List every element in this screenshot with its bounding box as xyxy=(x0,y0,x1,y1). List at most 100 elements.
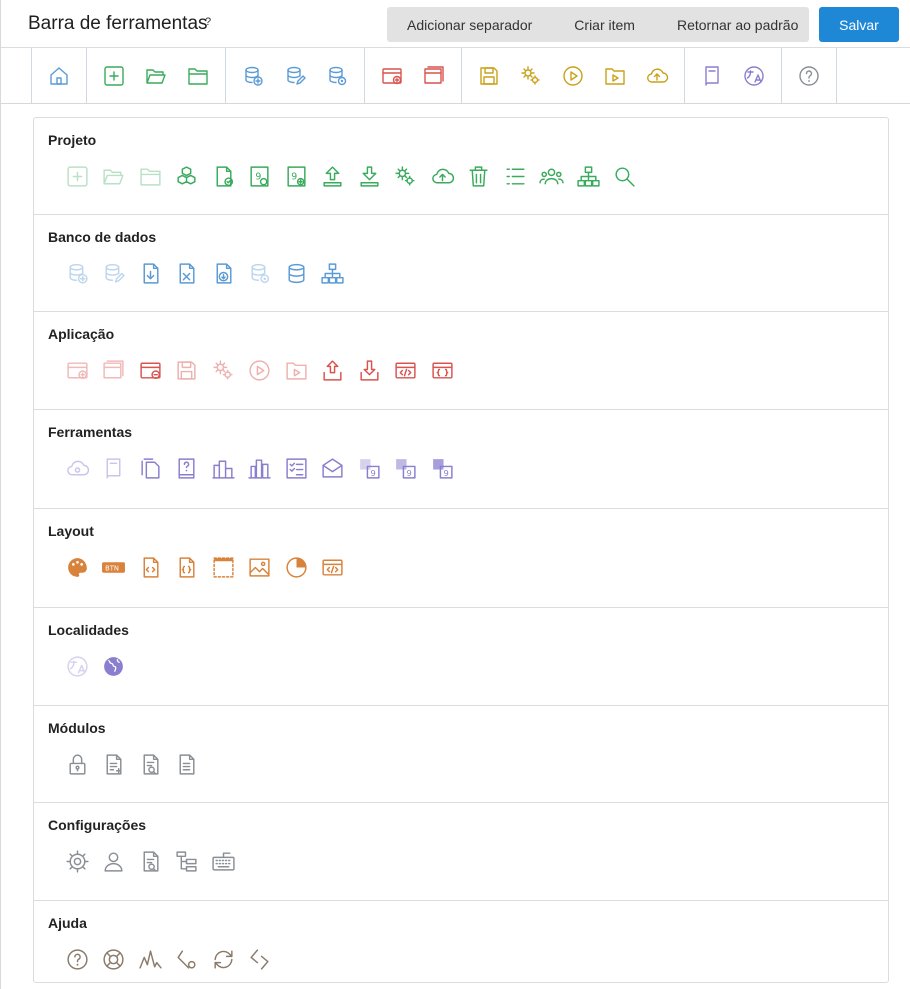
toolbar-group xyxy=(31,48,86,104)
user-icon[interactable] xyxy=(96,847,133,875)
file-nine-add-icon[interactable]: 9 xyxy=(278,162,315,190)
file-down-icon[interactable] xyxy=(205,259,242,287)
list-icon[interactable] xyxy=(497,162,534,190)
link-icon[interactable] xyxy=(242,945,279,973)
section-title: Configurações xyxy=(48,817,147,833)
trash-icon[interactable] xyxy=(461,162,498,190)
file-text-icon[interactable] xyxy=(169,750,206,778)
file-search-icon[interactable] xyxy=(132,750,169,778)
sitemap-icon[interactable] xyxy=(570,162,607,190)
translate-icon[interactable] xyxy=(59,652,96,680)
cloud-upload-icon[interactable] xyxy=(424,162,461,190)
database-settings-icon[interactable] xyxy=(242,259,279,287)
toolbar-preview xyxy=(31,48,837,104)
toolbar-database-add-icon[interactable] xyxy=(235,58,271,94)
settings-icon[interactable] xyxy=(59,847,96,875)
lifebuoy-icon[interactable] xyxy=(96,945,133,973)
action-button-group: Adicionar separador Criar item Retornar … xyxy=(387,7,809,42)
toolbar-help-icon[interactable] xyxy=(791,58,827,94)
palette-icon[interactable] xyxy=(59,553,96,581)
toolbar-app-window-icon[interactable] xyxy=(416,58,452,94)
database-icon[interactable] xyxy=(278,259,315,287)
lock-icon[interactable] xyxy=(59,750,96,778)
toolbar-translate-icon[interactable] xyxy=(736,58,772,94)
database-edit-icon[interactable] xyxy=(96,259,133,287)
folder-open-icon[interactable] xyxy=(96,162,133,190)
link-settings-icon[interactable] xyxy=(169,945,206,973)
toolbar-book-icon[interactable] xyxy=(694,58,730,94)
toolbar-folder-play-icon[interactable] xyxy=(597,58,633,94)
toolbar-folder-open-icon[interactable] xyxy=(138,58,174,94)
add-separator-button[interactable]: Adicionar separador xyxy=(387,17,532,33)
save-button[interactable]: Salvar xyxy=(819,7,899,42)
gears-icon[interactable] xyxy=(205,356,242,384)
image-icon[interactable] xyxy=(242,553,279,581)
cubes-icon[interactable] xyxy=(169,162,206,190)
nine-copy-icon[interactable]: 9 xyxy=(351,454,388,482)
code-window-icon[interactable] xyxy=(315,553,352,581)
file-add-icon[interactable] xyxy=(96,750,133,778)
file-check-icon[interactable] xyxy=(205,162,242,190)
folder-icon[interactable] xyxy=(132,162,169,190)
icon-row xyxy=(59,356,461,384)
sitemap-icon[interactable] xyxy=(315,259,352,287)
nine-copy-alt-icon[interactable]: 9 xyxy=(388,454,425,482)
database-add-icon[interactable] xyxy=(59,259,96,287)
toolbar-add-icon[interactable] xyxy=(96,58,132,94)
toolbar-database-edit-icon[interactable] xyxy=(277,58,313,94)
users-icon[interactable] xyxy=(534,162,571,190)
folder-play-icon[interactable] xyxy=(278,356,315,384)
buildings-icon[interactable] xyxy=(205,454,242,482)
pie-chart-icon[interactable] xyxy=(278,553,315,581)
upload-box-icon[interactable] xyxy=(315,356,352,384)
toolbar-app-add-icon[interactable] xyxy=(374,58,410,94)
code-file-icon[interactable] xyxy=(132,553,169,581)
toolbar-database-settings-icon[interactable] xyxy=(319,58,355,94)
frame-icon[interactable] xyxy=(205,553,242,581)
activity-icon[interactable] xyxy=(132,945,169,973)
nine-copy-dark-icon[interactable]: 9 xyxy=(424,454,461,482)
file-import-icon[interactable] xyxy=(132,259,169,287)
btn-icon[interactable]: BTN xyxy=(96,553,133,581)
toolbar-folder-icon[interactable] xyxy=(180,58,216,94)
toolbar-cloud-upload-icon[interactable] xyxy=(639,58,675,94)
icon-row: 9 9 9 xyxy=(59,454,461,482)
toolbar-gears-icon[interactable] xyxy=(513,58,549,94)
json-file-icon[interactable] xyxy=(169,553,206,581)
help-icon[interactable]: ? xyxy=(205,16,211,28)
reset-default-button[interactable]: Retornar ao padrão xyxy=(635,17,798,33)
help-book-icon[interactable] xyxy=(169,454,206,482)
toolbar-save-icon[interactable] xyxy=(471,58,507,94)
create-item-button[interactable]: Criar item xyxy=(532,17,635,33)
search-icon[interactable] xyxy=(607,162,644,190)
play-icon[interactable] xyxy=(242,356,279,384)
app-remove-icon[interactable] xyxy=(132,356,169,384)
files-icon[interactable] xyxy=(132,454,169,482)
download-icon[interactable] xyxy=(351,162,388,190)
file-search-icon[interactable] xyxy=(132,847,169,875)
cloud-settings-icon[interactable] xyxy=(59,454,96,482)
book-icon[interactable] xyxy=(96,454,133,482)
app-add-icon[interactable] xyxy=(59,356,96,384)
section-módulos: Módulos xyxy=(34,706,888,803)
toolbar-home-icon[interactable] xyxy=(41,58,77,94)
save-icon[interactable] xyxy=(169,356,206,384)
globe-icon[interactable] xyxy=(96,652,133,680)
checklist-icon[interactable] xyxy=(278,454,315,482)
mail-icon[interactable] xyxy=(315,454,352,482)
app-window-icon[interactable] xyxy=(96,356,133,384)
help-icon[interactable] xyxy=(59,945,96,973)
keyboard-icon[interactable] xyxy=(205,847,242,875)
add-icon[interactable] xyxy=(59,162,96,190)
upload-icon[interactable] xyxy=(315,162,352,190)
file-export-icon[interactable] xyxy=(169,259,206,287)
gears-icon[interactable] xyxy=(388,162,425,190)
buildings-alt-icon[interactable] xyxy=(242,454,279,482)
download-box-icon[interactable] xyxy=(351,356,388,384)
toolbar-play-icon[interactable] xyxy=(555,58,591,94)
file-nine-icon[interactable]: 9 xyxy=(242,162,279,190)
tree-icon[interactable] xyxy=(169,847,206,875)
json-window-icon[interactable] xyxy=(424,356,461,384)
code-window-icon[interactable] xyxy=(388,356,425,384)
refresh-icon[interactable] xyxy=(205,945,242,973)
